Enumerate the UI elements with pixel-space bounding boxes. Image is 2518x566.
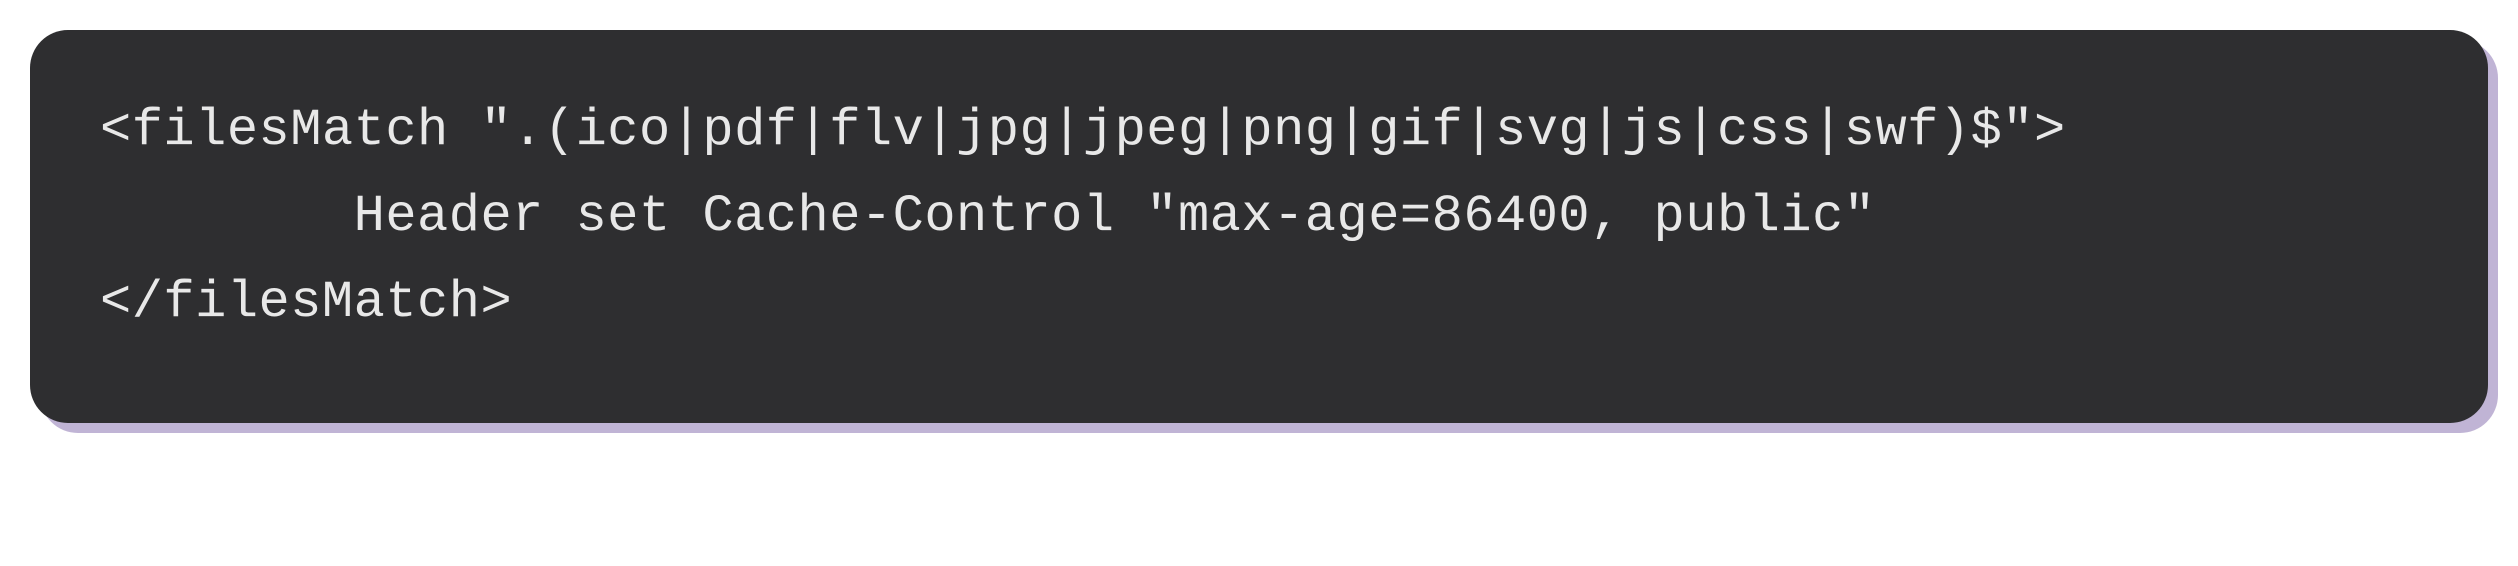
code-block: <filesMatch ".(ico|pdf|flv|jpg|jpeg|png|…	[30, 30, 2488, 423]
code-line-1: <filesMatch ".(ico|pdf|flv|jpg|jpeg|png|…	[100, 88, 2418, 174]
code-line-3: </filesMatch>	[100, 260, 2418, 346]
code-line-2: Header set Cache-Control "max-age=86400,…	[100, 174, 2418, 260]
